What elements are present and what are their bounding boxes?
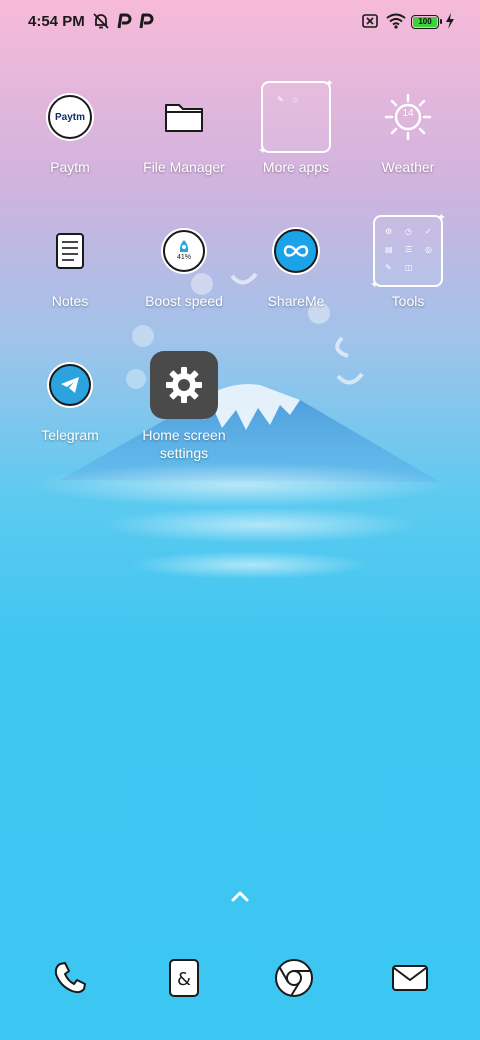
app-label: Notes xyxy=(51,293,89,309)
telegram-icon xyxy=(35,350,105,420)
phone-icon xyxy=(54,962,86,994)
app-shareme[interactable]: ShareMe xyxy=(240,216,352,310)
app-weather[interactable]: 14 Weather xyxy=(352,82,464,176)
paytm-p-icon xyxy=(139,13,154,29)
app-label: File Manager xyxy=(143,159,225,175)
mail-icon xyxy=(392,965,428,991)
paytm-icon: Paytm xyxy=(35,82,105,152)
app-paytm[interactable]: Paytm Paytm xyxy=(14,82,126,176)
app-label: Tools xyxy=(391,293,425,309)
rocket-icon: 41% xyxy=(149,216,219,286)
battery-level: 100 xyxy=(413,17,437,27)
folder-icon xyxy=(149,82,219,152)
charging-bolt-icon xyxy=(446,13,454,29)
battery-icon: 100 xyxy=(411,15,442,29)
folder-tools-icon: ⚙ ◷ ✓ ▤ ☰ ◎ ✎ ◫ ✦ ✦ xyxy=(370,212,446,291)
app-drawer-up-arrow-icon[interactable] xyxy=(228,886,252,906)
dock-contacts[interactable]: & xyxy=(160,952,208,1004)
status-time: 4:54 PM xyxy=(28,13,85,30)
app-file-manager[interactable]: File Manager xyxy=(128,82,240,176)
status-bar: 4:54 PM 100 xyxy=(0,0,480,44)
app-label: Paytm xyxy=(50,159,90,175)
chrome-icon xyxy=(275,959,313,997)
dock-mail[interactable] xyxy=(386,952,434,1004)
sun-icon: 14 xyxy=(373,82,443,152)
app-label: Home screen settings xyxy=(142,427,226,461)
app-label: Weather xyxy=(381,159,435,175)
contacts-icon: & xyxy=(169,959,199,997)
alarm-off-icon xyxy=(93,13,109,29)
app-home-screen-settings[interactable]: Home screen settings xyxy=(128,350,240,462)
app-more-apps-folder[interactable]: ✎ ⌂ ✦ ✦ More apps xyxy=(240,78,352,176)
wifi-icon xyxy=(386,13,406,29)
app-telegram[interactable]: Telegram xyxy=(14,350,126,444)
sim-x-icon xyxy=(362,14,378,28)
app-label: ShareMe xyxy=(267,293,325,309)
app-boost-speed[interactable]: 41% Boost speed xyxy=(128,216,240,310)
svg-text:&: & xyxy=(177,969,191,990)
gear-icon xyxy=(149,350,219,420)
notes-icon xyxy=(35,216,105,286)
dock-phone[interactable] xyxy=(46,952,94,1004)
folder-more-apps-icon: ✎ ⌂ ✦ ✦ xyxy=(258,78,334,157)
app-notes[interactable]: Notes xyxy=(14,216,126,310)
paytm-p-icon xyxy=(117,13,132,29)
app-label: Boost speed xyxy=(145,293,223,309)
infinity-icon xyxy=(261,216,331,286)
dock-chrome[interactable] xyxy=(270,952,318,1004)
app-label: Telegram xyxy=(41,427,99,443)
app-tools-folder[interactable]: ⚙ ◷ ✓ ▤ ☰ ◎ ✎ ◫ ✦ ✦ Tools xyxy=(352,212,464,310)
app-label: More apps xyxy=(262,159,330,175)
